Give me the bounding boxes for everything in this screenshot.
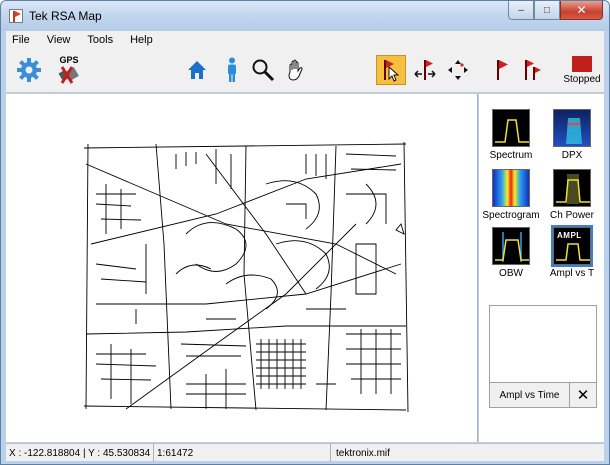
home-icon [188,61,206,79]
minimize-button[interactable]: – [508,1,534,20]
ampl-vs-t-tile[interactable]: AMPL Ampl vs T [542,225,602,279]
marker-cursor-icon [384,60,400,82]
menu-help[interactable]: Help [130,34,153,46]
multi-flag-icon [525,60,541,80]
spectrogram-thumb-icon [492,169,530,207]
street-map [83,141,409,413]
maximize-button[interactable]: □ [534,1,560,20]
close-button[interactable]: ✕ [560,1,603,20]
mini-close-button[interactable]: ✕ [570,383,596,407]
menu-bar: File View Tools Help [6,31,604,49]
magnifier-icon [252,59,275,82]
obw-tile[interactable]: OBW [481,227,541,279]
dpx-tile[interactable]: DPX [542,109,602,161]
spectrogram-label: Spectrogram [482,210,540,221]
window-title: Tek RSA Map [29,9,102,23]
four-arrows-icon [448,60,468,80]
pan-button[interactable] [281,55,311,85]
hand-icon [288,59,303,81]
spectrum-label: Spectrum [489,150,533,161]
spectrogram-tile[interactable]: Spectrogram [481,169,541,221]
app-window: Tek RSA Map – □ ✕ File View Tools Help G… [0,0,610,465]
multi-flag-button[interactable] [518,55,548,85]
dpx-thumb-icon [553,109,591,147]
mini-plot-label[interactable]: Ampl vs Time [490,383,570,407]
home-button[interactable] [182,55,212,85]
mini-plot-area [489,305,597,383]
stopped-button[interactable]: Stopped [562,55,602,85]
ampl-badge: AMPL [557,231,582,240]
flag-icon [497,60,508,80]
ch-power-tile[interactable]: Ch Power [542,169,602,221]
stopped-label: Stopped [563,74,601,85]
status-bar: X : -122.818804 | Y : 45.530834 1:61472 … [6,443,604,462]
settings-button[interactable] [14,55,44,85]
zoom-button[interactable] [248,55,278,85]
menu-tools[interactable]: Tools [87,34,113,46]
scale-readout: 1:61472 [154,444,331,462]
obw-thumb-icon [492,227,530,265]
map-canvas[interactable] [6,94,478,442]
ampl-thumb-icon: AMPL [551,225,593,267]
gps-label: GPS [59,54,79,65]
select-marker-button[interactable] [376,55,406,85]
menu-file[interactable]: File [12,34,30,46]
satellite-icon [58,65,79,84]
spectrum-thumb-icon [492,109,530,147]
move-marker-button[interactable] [410,55,440,85]
flag-button[interactable] [487,55,517,85]
obw-label: OBW [499,268,523,279]
title-bar[interactable]: Tek RSA Map – □ ✕ [1,1,609,31]
person-button[interactable] [217,55,247,85]
person-icon [228,57,236,82]
ch-power-thumb-icon [553,169,591,207]
measurement-panel: Spectrum DPX Spectrogram Ch Power OBW AM… [479,94,604,442]
map-file-readout: tektronix.mif [336,447,390,459]
marker-move-icon [414,60,436,80]
ch-power-label: Ch Power [550,210,594,221]
app-flag-icon [9,9,23,23]
spectrum-tile[interactable]: Spectrum [481,109,541,161]
dpx-label: DPX [561,150,583,161]
gear-icon [17,58,41,82]
coords-readout: X : -122.818804 | Y : 45.530834 [6,444,154,462]
mini-plot-footer: Ampl vs Time ✕ [489,382,597,408]
stop-square-icon [572,56,592,72]
move-all-button[interactable] [443,55,473,85]
gps-button[interactable]: GPS [54,55,84,85]
ampl-vs-t-label: Ampl vs T [549,268,595,279]
menu-view[interactable]: View [47,34,71,46]
toolbar: GPS Stopped [6,49,604,93]
